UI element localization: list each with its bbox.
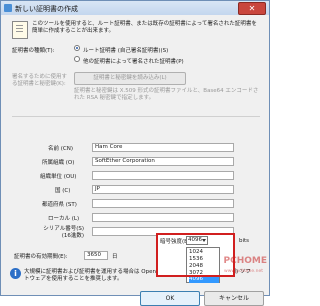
load-cert-button[interactable]: 証明書と秘密鍵を読み込み(L)	[74, 72, 186, 85]
field-c-input[interactable]: JP	[92, 185, 234, 194]
validity-label: 証明書の有効期間(E):	[14, 254, 68, 260]
field-label-l: ローカル (L)	[48, 216, 80, 222]
ok-button[interactable]: OK	[140, 291, 200, 306]
certificate-icon	[12, 21, 28, 39]
validity-unit: 日	[112, 254, 118, 260]
info-icon: i	[10, 268, 21, 279]
field-o-input[interactable]: SoftEther Corporation	[92, 157, 234, 166]
field-label-cn: 名前 (CN)	[48, 146, 73, 152]
cancel-button[interactable]: キャンセル	[204, 291, 264, 306]
signing-cert-note: 証明書と秘密鍵は X.509 形式の証明書ファイルと、Base64 エンコードさ…	[74, 88, 259, 101]
field-l-input[interactable]	[92, 213, 234, 222]
validity-input[interactable]: 3650	[84, 251, 108, 260]
field-st-input[interactable]	[92, 199, 234, 208]
radio-root-cert[interactable]	[74, 45, 80, 51]
signing-cert-label: 署名するために使用する証明書と秘密鍵(K):	[12, 74, 68, 87]
app-icon	[4, 4, 12, 12]
description-text: このツールを使用すると、ルート証明書、または既存の証明書によって署名された証明書…	[32, 21, 257, 34]
watermark-brand: PCHOME	[223, 256, 268, 266]
field-cn-input[interactable]: Ham Core	[92, 143, 234, 152]
field-ou-input[interactable]	[92, 171, 234, 180]
radio-signed-cert-label[interactable]: 他の証明書によって署名された証明書(P)	[83, 57, 184, 65]
field-label-c: 国 (C)	[55, 188, 71, 194]
watermark-url: www.pchome.net	[224, 269, 263, 274]
field-label-ou: 組織単位 (OU)	[40, 174, 77, 180]
radio-root-cert-label[interactable]: ルート証明書 (自己署名証明書)(S)	[83, 46, 168, 54]
title-bar[interactable]: 新しい証明書の作成 ✕	[1, 1, 269, 15]
close-button[interactable]: ✕	[238, 2, 266, 15]
create-certificate-window: 新しい証明書の作成 ✕ このツールを使用すると、ルート証明書、または既存の証明書…	[0, 0, 270, 306]
cert-type-label: 証明書の種類(T):	[12, 48, 55, 54]
separator	[12, 116, 260, 117]
window-title: 新しい証明書の作成	[15, 5, 78, 13]
key-strength-unit: bits	[239, 238, 250, 244]
field-label-serial: シリアル番号(S) (16進数)	[43, 226, 84, 239]
key-strength-option-selected[interactable]: 4096	[189, 276, 219, 283]
radio-signed-cert[interactable]	[74, 56, 80, 62]
field-label-o: 所属組織 (O)	[42, 160, 75, 166]
field-label-st: 都道府県 (ST)	[42, 202, 77, 208]
